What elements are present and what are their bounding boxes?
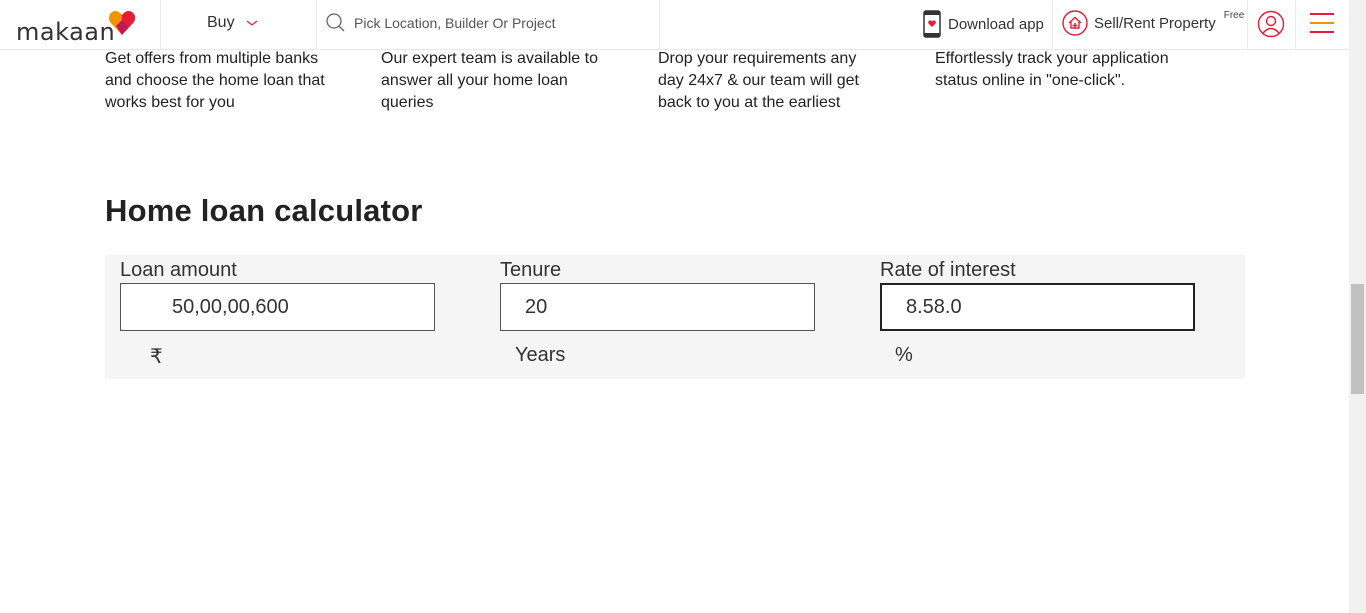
download-app-link[interactable]: Download app bbox=[922, 10, 1044, 38]
benefit-expert-team: Our expert team is available to answer a… bbox=[381, 50, 598, 111]
tenure-input[interactable] bbox=[500, 283, 815, 331]
buy-dropdown[interactable]: Buy bbox=[207, 14, 259, 32]
rupee-unit: ₹ bbox=[150, 346, 163, 368]
header-divider bbox=[659, 0, 660, 49]
top-header: makaan Buy Download app bbox=[0, 0, 1349, 50]
free-badge: Free bbox=[1223, 9, 1245, 21]
years-unit: Years bbox=[515, 344, 566, 366]
header-divider bbox=[316, 0, 317, 49]
makaan-logo[interactable]: makaan bbox=[16, 10, 136, 46]
benefit-24x7: Drop your requirements any day 24x7 & ou… bbox=[658, 50, 859, 111]
sell-rent-label: Sell/Rent Property bbox=[1094, 14, 1216, 32]
percent-unit: % bbox=[895, 344, 913, 366]
header-divider bbox=[1247, 0, 1248, 49]
logo-heart-icon bbox=[108, 11, 136, 35]
scrollbar-thumb[interactable] bbox=[1351, 284, 1364, 394]
loan-amount-input[interactable] bbox=[120, 283, 435, 331]
calculator-title: Home loan calculator bbox=[105, 193, 423, 228]
loan-amount-label: Loan amount bbox=[120, 259, 237, 281]
calculator-panel: Loan amount ₹ Tenure Years Rate of inter… bbox=[105, 255, 1245, 379]
tenure-label: Tenure bbox=[500, 259, 562, 281]
rate-input[interactable] bbox=[880, 283, 1195, 331]
search-icon bbox=[326, 13, 345, 32]
search-input[interactable] bbox=[354, 15, 634, 31]
header-divider bbox=[1295, 0, 1296, 49]
phone-icon bbox=[923, 10, 941, 38]
header-divider bbox=[1052, 0, 1053, 49]
home-sell-icon bbox=[1062, 10, 1088, 36]
logo-text: makaan bbox=[16, 18, 116, 46]
download-app-label: Download app bbox=[948, 15, 1044, 33]
buy-label: Buy bbox=[207, 14, 235, 31]
user-icon[interactable] bbox=[1257, 10, 1285, 38]
header-divider bbox=[160, 0, 161, 49]
benefit-multiple-banks: Get offers from multiple banks and choos… bbox=[105, 50, 325, 111]
search-bar[interactable] bbox=[326, 13, 646, 33]
chevron-down-icon bbox=[246, 20, 257, 26]
sell-rent-property-link[interactable]: Sell/Rent Property Free bbox=[1062, 10, 1244, 36]
benefit-track-status: Effortlessly track your application stat… bbox=[935, 50, 1169, 89]
rate-label: Rate of interest bbox=[880, 259, 1016, 281]
hamburger-menu-icon[interactable] bbox=[1309, 12, 1335, 34]
